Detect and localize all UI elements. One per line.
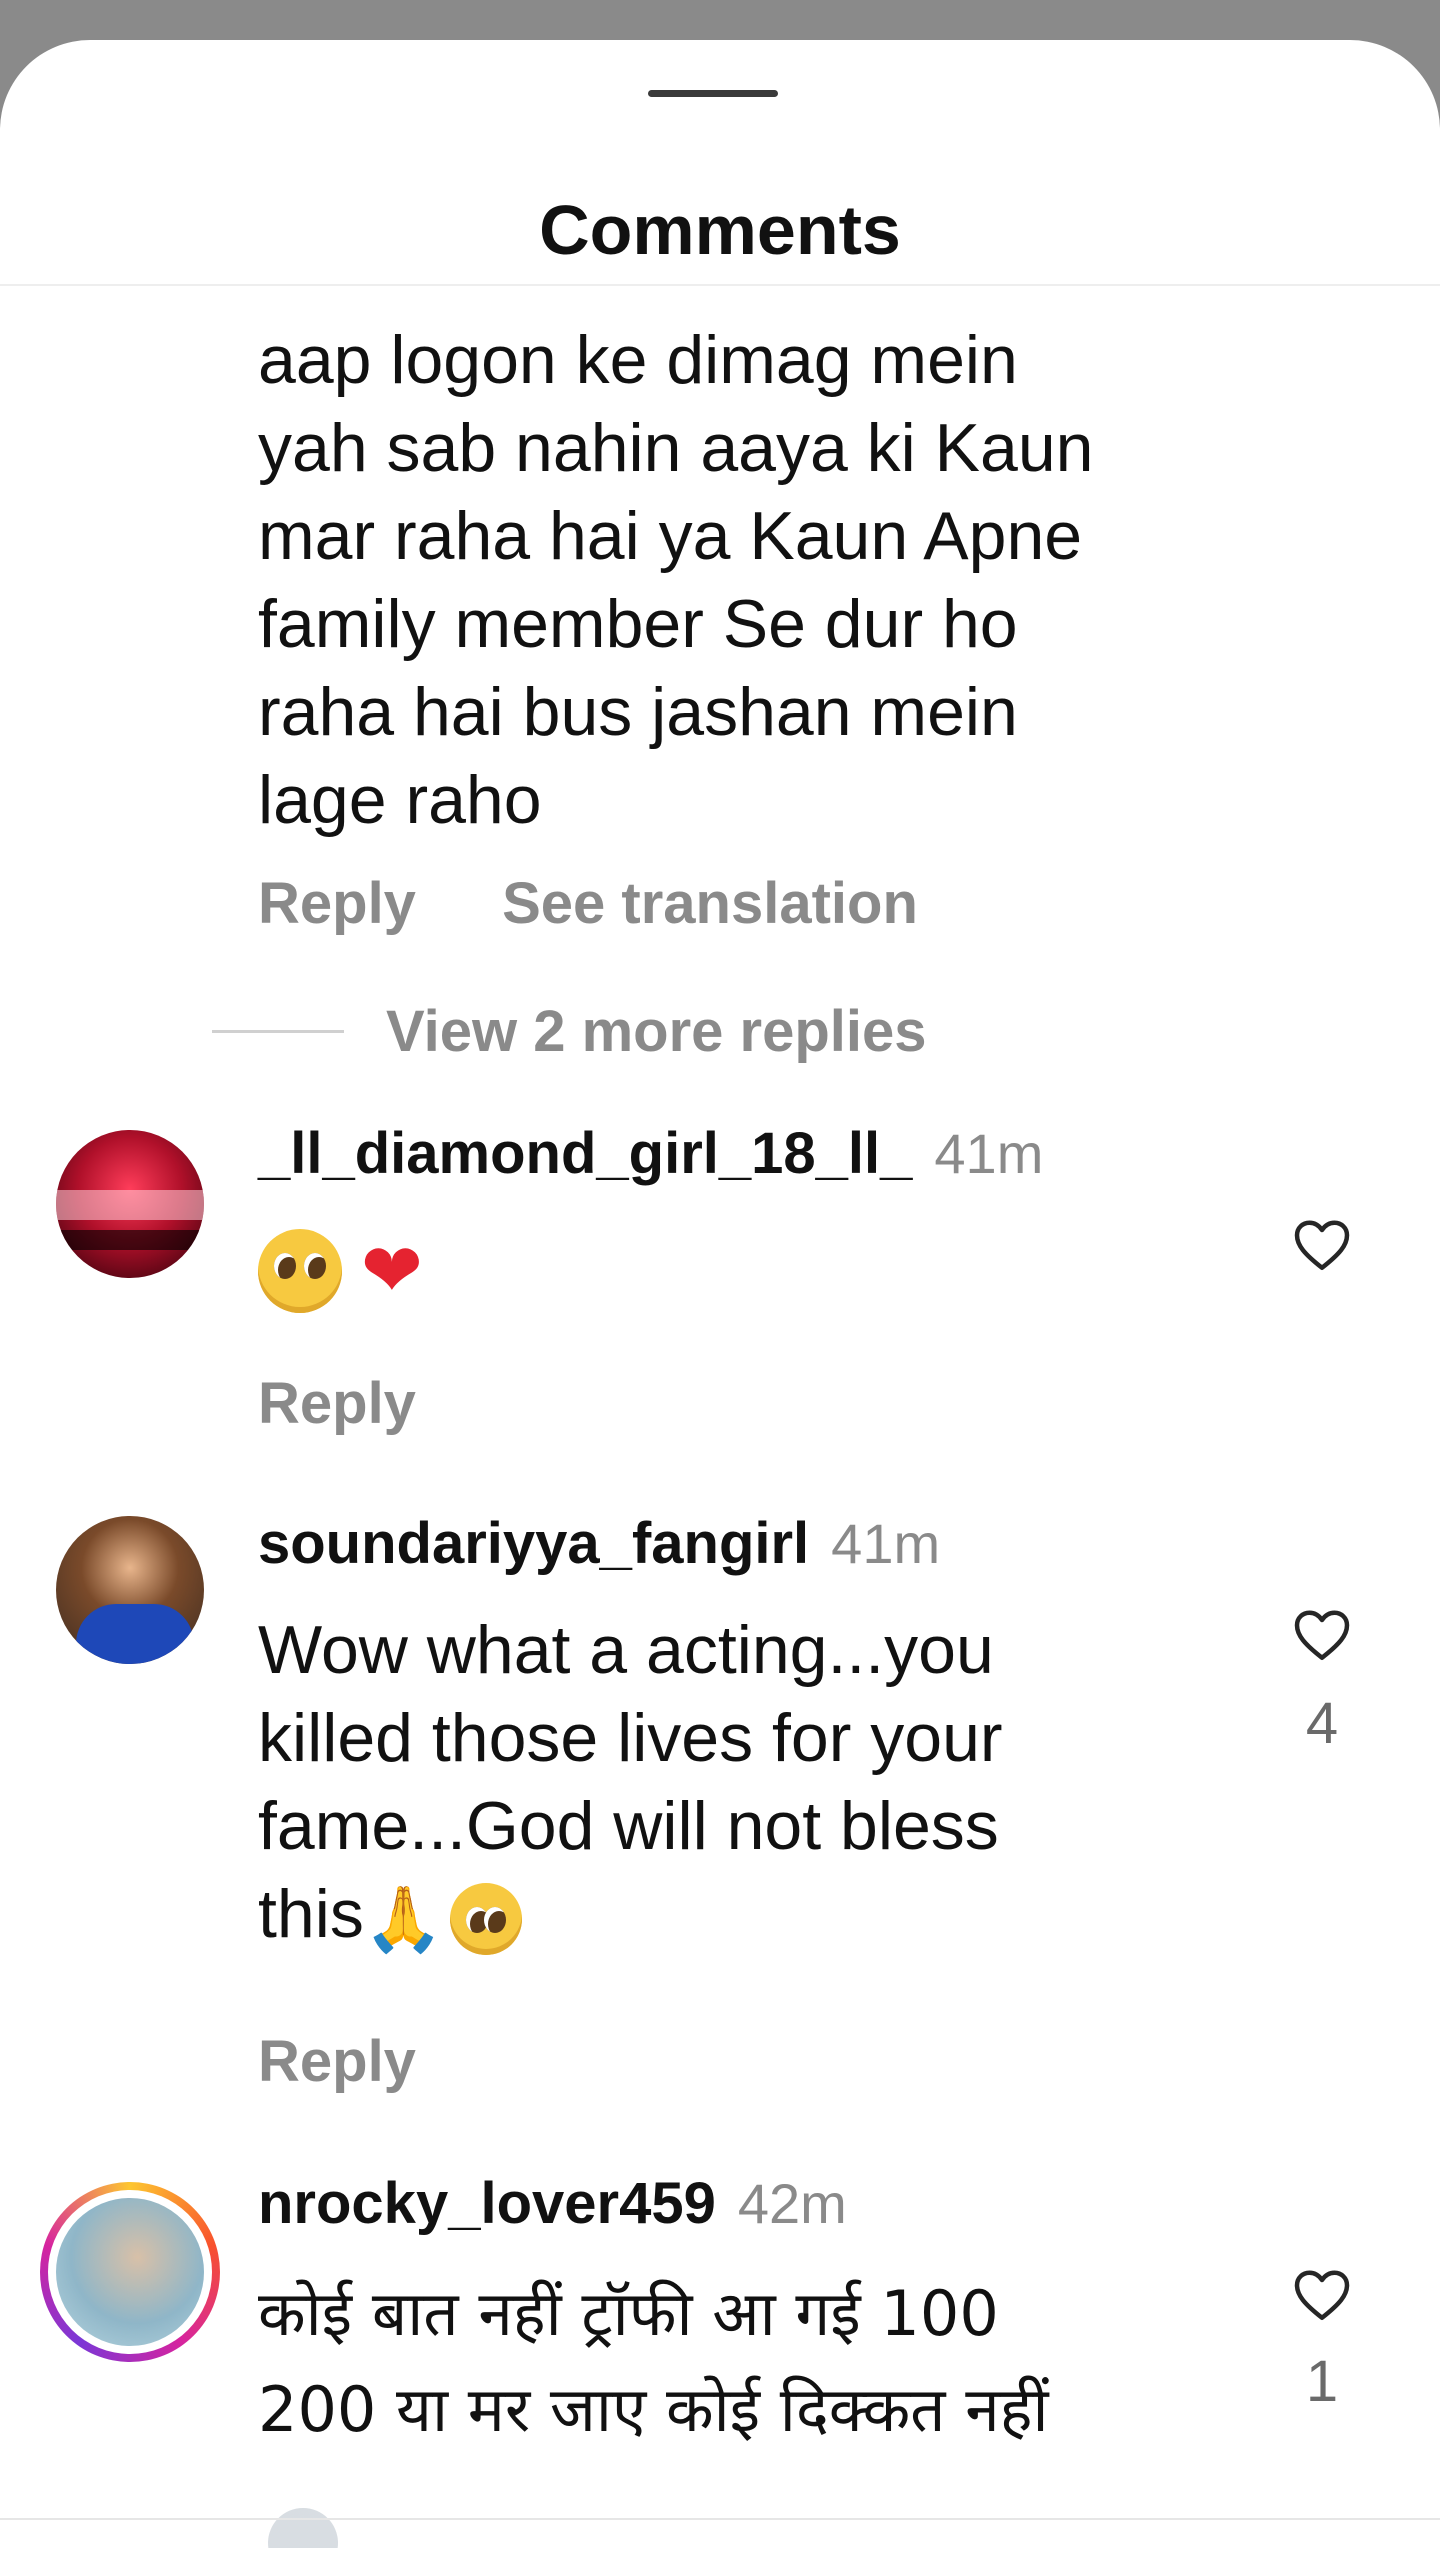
pleading-face-emoji [449,1883,522,1956]
comment-meta: _ll_diamond_girl_18_ll_ 41m [258,1120,1043,1187]
comment-meta: soundariyya_fangirl 41m [258,1510,940,1577]
comment-actions: Reply See translation [258,870,988,937]
comment-text: कोई बात नहीं ट्रॉफी आ गई 100 200 या मर ज… [258,2266,1049,2458]
like-count: 1 [1305,2349,1339,2414]
comment-line: mar raha hai ya Kaun Apne [258,498,1083,574]
view-replies-label: View 2 more replies [386,999,927,1064]
avatar[interactable] [56,1130,204,1278]
header-divider [0,284,1440,286]
timestamp: 41m [831,1512,941,1575]
sheet-title: Comments [539,191,901,269]
comment-line: yah sab nahin aaya ki Kaun [258,410,1094,486]
comment-line: lage raho [258,762,542,838]
reply-button[interactable]: Reply [258,2029,416,2094]
view-more-replies[interactable]: View 2 more replies [212,998,927,1065]
username[interactable]: _ll_diamond_girl_18_ll_ [258,1120,912,1187]
red-heart-emoji: ❤ [360,1229,423,1313]
username[interactable]: soundariyya_fangirl [258,1510,809,1577]
avatar[interactable] [56,1516,204,1664]
comment-line: raha hai bus jashan mein [258,674,1018,750]
comment-text: ❤ [258,1216,423,1316]
comment-line: aap logon ke dimag mein [258,322,1018,398]
avatar [56,2198,204,2346]
heart-outline-icon[interactable] [1292,1606,1352,1662]
heart-outline-icon[interactable] [1292,1216,1352,1272]
comment-text: aap logon ke dimag mein yah sab nahin aa… [258,316,1094,844]
pleading-face-emoji [258,1229,342,1314]
like-count: 4 [1305,1691,1339,1756]
drag-handle[interactable] [648,90,778,97]
timestamp: 42m [737,2172,847,2235]
partial-emoji [268,2508,338,2548]
avatar-story-ring[interactable] [40,2182,220,2362]
see-translation-button[interactable]: See translation [502,871,918,936]
comment-line: family member Se dur ho [258,586,1018,662]
username[interactable]: nrocky_lover459 [258,2170,716,2237]
reply-button[interactable]: Reply [258,1371,416,1436]
comment-line: Wow what a acting...you [258,1612,994,1688]
folded-hands-emoji: 🙏 [363,1883,444,1956]
comment-text: Wow what a acting...you killed those liv… [258,1606,1003,1963]
replies-line [212,1030,344,1033]
comment-line: कोई बात नहीं ट्रॉफी आ गई 100 [258,2277,999,2350]
reply-button[interactable]: Reply [258,871,416,936]
comment-line: killed those lives for your [258,1700,1003,1776]
heart-outline-icon[interactable] [1292,2266,1352,2322]
comment-line: this🙏 [258,1870,1003,1963]
comment-line: 200 या मर जाए कोई दिक्कत नहीं [258,2373,1049,2446]
bottom-divider [0,2518,1440,2520]
comment-meta: nrocky_lover459 42m [258,2170,847,2237]
comment-line: fame...God will not bless [258,1788,999,1864]
comment-actions: Reply [258,2028,486,2095]
comment-actions: Reply [258,1370,486,1437]
comments-sheet: Comments aap logon ke dimag mein yah sab… [0,40,1440,2560]
timestamp: 41m [934,1122,1044,1185]
